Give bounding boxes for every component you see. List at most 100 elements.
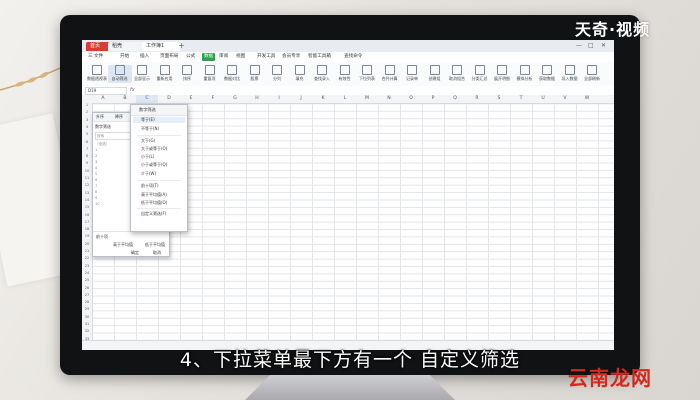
column-header[interactable]: W <box>576 95 598 103</box>
ribbon-button[interactable]: 取消组合 <box>445 65 469 82</box>
row-header[interactable]: 12 <box>82 183 92 187</box>
column-header[interactable]: K <box>312 95 334 103</box>
row-header[interactable]: 22 <box>82 256 92 260</box>
column-header[interactable]: O <box>400 95 422 103</box>
menu-item[interactable]: 审阅 <box>219 53 228 61</box>
number-filter-option[interactable]: 不等于(N) <box>141 126 159 132</box>
ribbon-button[interactable]: 合并计算 <box>378 65 402 82</box>
row-header[interactable]: 21 <box>82 249 92 253</box>
ribbon-button[interactable]: 创建组 <box>423 65 447 82</box>
row-header[interactable]: 15 <box>82 205 92 209</box>
column-header[interactable]: E <box>180 95 202 103</box>
below-average-button[interactable]: 低于平均值 <box>145 242 165 248</box>
row-header[interactable]: 5 <box>82 132 92 136</box>
ribbon-button[interactable]: 重新应用 <box>153 65 177 82</box>
column-header[interactable]: P <box>422 95 444 103</box>
close-button[interactable]: ✕ <box>601 42 606 49</box>
menu-item[interactable]: 会员专享 <box>282 53 300 61</box>
maximize-button[interactable]: □ <box>588 42 594 49</box>
column-header[interactable]: A <box>92 95 114 103</box>
column-header[interactable]: J <box>290 95 312 103</box>
row-header[interactable]: 20 <box>82 242 92 246</box>
cancel-button[interactable]: 取消 <box>153 250 161 256</box>
column-header[interactable]: H <box>246 95 268 103</box>
column-header[interactable]: L <box>334 95 356 103</box>
row-header[interactable]: 9 <box>82 161 92 165</box>
new-tab-icon[interactable]: + <box>178 41 185 50</box>
fx-icon[interactable]: fx <box>130 87 135 93</box>
menu-item[interactable]: 插入 <box>140 53 149 61</box>
row-header[interactable]: 32 <box>82 329 92 333</box>
column-header[interactable]: B <box>114 95 136 103</box>
number-filter-option[interactable]: 小于(L) <box>141 154 154 160</box>
number-filter-option[interactable]: 自定义筛选(F) <box>141 211 166 217</box>
row-header[interactable]: 18 <box>82 227 92 231</box>
menu-item[interactable]: 智能工具箱 <box>308 53 331 61</box>
column-header[interactable]: D <box>158 95 180 103</box>
row-header[interactable]: 23 <box>82 264 92 268</box>
row-header[interactable]: 19 <box>82 234 92 238</box>
ribbon-button[interactable]: 股票 <box>243 65 267 82</box>
ribbon-button[interactable]: 有效性 <box>333 65 357 82</box>
ribbon-button[interactable]: 重复项 <box>198 65 222 82</box>
top-ten-button[interactable]: 前十项 <box>96 234 108 240</box>
ribbon-button[interactable]: 全部显示 <box>130 65 154 82</box>
menu-item[interactable]: 查找命令 <box>344 53 362 61</box>
number-filter-option[interactable]: 介于(W) <box>141 171 156 177</box>
number-filter-option[interactable]: 等于(E) <box>133 117 185 123</box>
number-filter-option[interactable]: 大于(G) <box>141 138 155 144</box>
row-header[interactable]: 30 <box>82 315 92 319</box>
menu-item[interactable]: 页面布局 <box>160 53 178 61</box>
ribbon-button[interactable]: 分列 <box>265 65 289 82</box>
tab-workbook[interactable]: 工作簿1 <box>142 42 180 51</box>
ribbon-button[interactable]: 导入数据 <box>558 65 582 82</box>
row-header[interactable]: 14 <box>82 198 92 202</box>
ribbon-button[interactable]: 数据对比 <box>220 65 244 82</box>
number-filter-option[interactable]: 小于或等于(Q) <box>141 162 167 168</box>
number-filter-option[interactable]: 大于或等于(O) <box>141 146 167 152</box>
row-header[interactable]: 27 <box>82 293 92 297</box>
name-box[interactable]: D19 <box>85 87 127 95</box>
menu-item[interactable]: 三 文件 <box>88 53 103 61</box>
row-header[interactable]: 10 <box>82 169 92 173</box>
row-header[interactable]: 31 <box>82 322 92 326</box>
column-header[interactable]: R <box>466 95 488 103</box>
ribbon-button[interactable]: 获取数据 <box>535 65 559 82</box>
column-header[interactable]: M <box>356 95 378 103</box>
row-header[interactable]: 6 <box>82 140 92 144</box>
ribbon-button[interactable]: 自动筛选 <box>107 65 132 83</box>
column-header[interactable]: N <box>378 95 400 103</box>
column-header[interactable]: U <box>532 95 554 103</box>
tab-docer[interactable]: 稻壳 <box>108 42 144 51</box>
ribbon-button[interactable]: 记录单 <box>400 65 424 82</box>
ribbon-button[interactable]: 展开明细 <box>490 65 514 82</box>
row-header[interactable]: 2 <box>82 110 92 114</box>
ribbon-button[interactable]: 填充 <box>288 65 312 82</box>
row-header[interactable]: 7 <box>82 147 92 151</box>
row-header[interactable]: 24 <box>82 271 92 275</box>
menu-item[interactable]: 视图 <box>236 53 245 61</box>
ribbon-button[interactable]: 数据透视表 <box>85 65 109 82</box>
filter-search-input[interactable]: 搜索 <box>95 132 132 140</box>
column-header[interactable]: S <box>488 95 510 103</box>
column-header[interactable]: Q <box>444 95 466 103</box>
menu-item[interactable]: 开发工具 <box>257 53 275 61</box>
column-header[interactable]: G <box>224 95 246 103</box>
above-average-button[interactable]: 高于平均值 <box>113 242 133 248</box>
row-header[interactable]: 4 <box>82 125 92 129</box>
ribbon-button[interactable]: 模拟分析 <box>513 65 537 82</box>
menu-item[interactable]: 公式 <box>186 53 195 61</box>
sort-desc-tab[interactable]: 降序 <box>115 114 123 120</box>
sort-asc-tab[interactable]: 升序 <box>96 114 104 120</box>
ribbon-button[interactable]: 下拉列表 <box>355 65 379 82</box>
column-header[interactable]: T <box>510 95 532 103</box>
row-header[interactable]: 1 <box>82 103 92 107</box>
ok-button[interactable]: 确定 <box>131 250 139 256</box>
ribbon-button[interactable]: 查找录入 <box>310 65 334 82</box>
number-filter-option[interactable]: 高于平均值(A) <box>141 192 167 198</box>
number-filter-option[interactable]: 前十项(T) <box>141 183 159 189</box>
row-header[interactable]: 25 <box>82 278 92 282</box>
number-filter-tab[interactable]: 数字筛选 <box>95 124 111 130</box>
ribbon-button[interactable]: 全部刷新 <box>580 65 604 82</box>
column-header[interactable]: I <box>268 95 290 103</box>
